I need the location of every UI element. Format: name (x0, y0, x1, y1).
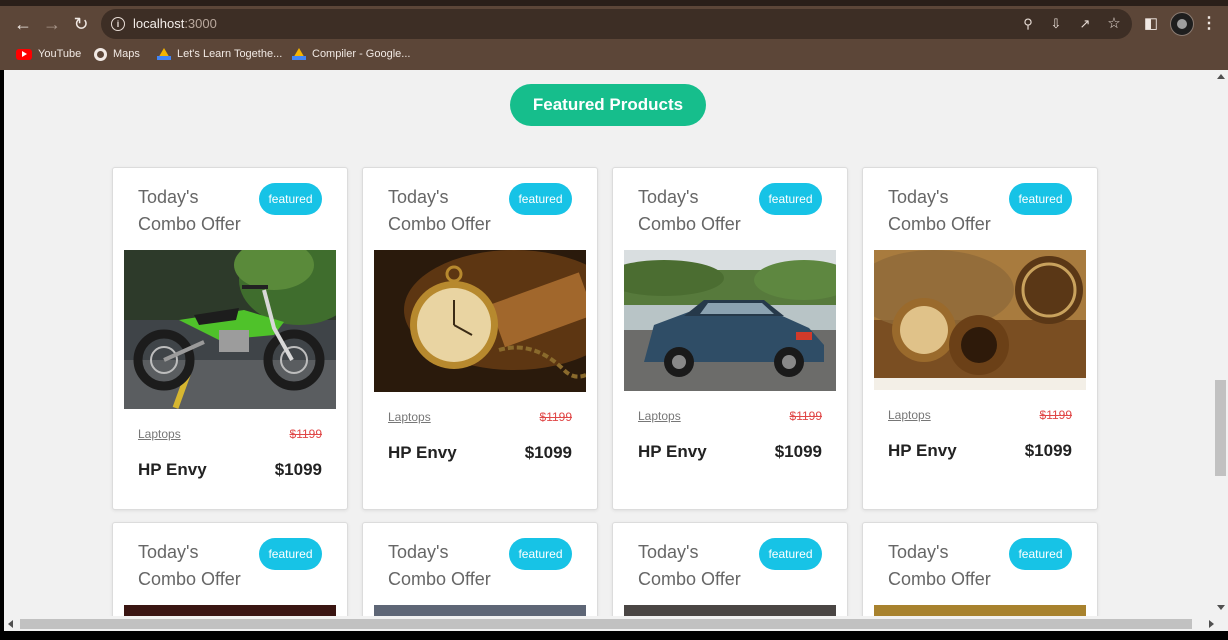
featured-badge: featured (509, 183, 572, 215)
product-price: $1099 (274, 460, 322, 479)
product-card[interactable]: Today's Combo Offer featured Laptops $11… (862, 167, 1098, 510)
featured-products-heading[interactable]: Featured Products (510, 84, 706, 126)
side-panel-icon[interactable]: ◧ (1141, 14, 1161, 34)
card-title: Today's Combo Offer (388, 187, 491, 234)
install-icon[interactable]: ⇩ (1047, 15, 1065, 33)
product-image[interactable] (374, 605, 586, 616)
featured-badge: featured (259, 538, 322, 570)
product-image-pocket-watch[interactable] (374, 250, 586, 392)
star-icon[interactable]: ☆ (1105, 15, 1123, 33)
product-image[interactable] (874, 605, 1086, 616)
vertical-scrollbar[interactable] (1213, 70, 1228, 616)
product-card[interactable]: Today's Combo Offer featured (112, 522, 348, 616)
product-name[interactable]: HP Envy (888, 441, 957, 461)
window-bottom-edge (0, 631, 1228, 640)
menu-icon[interactable]: ⋮ (1199, 14, 1219, 34)
product-price: $1099 (1024, 441, 1072, 460)
card-title: Today's Combo Offer (138, 542, 241, 589)
product-card[interactable]: Today's Combo Offer featured (612, 522, 848, 616)
key-icon[interactable]: ⚲ (1019, 15, 1037, 33)
horizontal-scrollbar[interactable] (4, 616, 1228, 631)
card-title: Today's Combo Offer (888, 542, 991, 589)
bookmark-label: Maps (113, 48, 140, 60)
bookmark-compiler[interactable]: Compiler - Google... (292, 45, 410, 63)
product-price: $1099 (524, 443, 572, 462)
card-title: Today's Combo Offer (388, 542, 491, 589)
old-price: $1199 (539, 410, 572, 424)
bookmark-label: YouTube (38, 48, 82, 60)
product-card[interactable]: Today's Combo Offer featured Laptops $11… (362, 167, 598, 510)
bookmark-label: Compiler - Google... (312, 48, 411, 60)
scrollbar-thumb[interactable] (20, 619, 1192, 629)
product-card[interactable]: Today's Combo Offer featured (862, 522, 1098, 616)
featured-badge: featured (1009, 183, 1072, 215)
category-link[interactable]: Laptops (638, 409, 681, 423)
back-icon[interactable]: ← (13, 14, 33, 34)
url-port: :3000 (184, 16, 217, 31)
product-name[interactable]: HP Envy (388, 443, 457, 463)
card-title: Today's Combo Offer (138, 187, 241, 234)
globe-icon (94, 47, 107, 61)
car-illustration (624, 250, 836, 391)
profile-avatar[interactable] (1170, 12, 1194, 36)
old-price: $1199 (789, 409, 822, 423)
featured-badge: featured (1009, 538, 1072, 570)
bookmarks-bar: YouTube Maps Let's Learn Togethe... Comp… (0, 42, 1228, 66)
product-image-dirt-bike[interactable] (124, 250, 336, 409)
featured-badge: featured (509, 538, 572, 570)
bookmark-youtube[interactable]: YouTube (16, 45, 81, 63)
reload-icon[interactable]: ↻ (71, 14, 91, 34)
featured-badge: featured (759, 183, 822, 215)
scroll-left-icon[interactable] (8, 620, 13, 628)
youtube-icon (16, 48, 32, 60)
url-text[interactable]: localhost:3000 (133, 16, 217, 31)
page-viewport: Featured Products Today's Combo Offer fe… (4, 70, 1213, 616)
featured-badge: featured (259, 183, 322, 215)
dirt-bike-illustration (124, 250, 336, 409)
scrollbar-thumb[interactable] (1215, 380, 1226, 476)
bookmark-label: Let's Learn Togethe... (177, 48, 283, 60)
category-link[interactable]: Laptops (138, 427, 181, 441)
scroll-down-icon[interactable] (1217, 605, 1225, 610)
featured-badge: featured (759, 538, 822, 570)
scroll-up-icon[interactable] (1217, 74, 1225, 79)
product-card[interactable]: Today's Combo Offer featured Laptops $11… (612, 167, 848, 510)
drive-icon (157, 48, 171, 60)
old-price: $1199 (1039, 408, 1072, 422)
address-bar[interactable]: i localhost:3000 ⚲ ⇩ ↗ ☆ (101, 9, 1132, 39)
pocket-watch-illustration (374, 250, 586, 392)
browser-chrome: ← → ↻ i localhost:3000 ⚲ ⇩ ↗ ☆ ◧ ⋮ YouTu… (0, 0, 1228, 70)
product-name[interactable]: HP Envy (638, 442, 707, 462)
card-title: Today's Combo Offer (638, 542, 741, 589)
product-name[interactable]: HP Envy (138, 460, 207, 480)
site-info-icon[interactable]: i (111, 17, 125, 31)
product-image-compass[interactable] (874, 250, 1086, 390)
card-title: Today's Combo Offer (638, 187, 741, 234)
compass-globe-illustration (874, 250, 1086, 390)
browser-toolbar: ← → ↻ i localhost:3000 ⚲ ⇩ ↗ ☆ ◧ ⋮ (0, 6, 1228, 42)
bookmark-lets-learn[interactable]: Let's Learn Togethe... (157, 45, 282, 63)
product-image-car[interactable] (624, 250, 836, 391)
product-card[interactable]: Today's Combo Offer featured (112, 167, 348, 510)
product-image[interactable] (124, 605, 336, 616)
card-title: Today's Combo Offer (888, 187, 991, 234)
old-price: $1199 (289, 427, 322, 441)
category-link[interactable]: Laptops (388, 410, 431, 424)
share-icon[interactable]: ↗ (1076, 15, 1094, 33)
category-link[interactable]: Laptops (888, 408, 931, 422)
product-card[interactable]: Today's Combo Offer featured (362, 522, 598, 616)
bookmark-maps[interactable]: Maps (94, 45, 140, 63)
product-price: $1099 (774, 442, 822, 461)
scroll-right-icon[interactable] (1209, 620, 1214, 628)
forward-icon[interactable]: → (42, 14, 62, 34)
url-host: localhost (133, 16, 185, 31)
product-image[interactable] (624, 605, 836, 616)
drive-icon (292, 48, 306, 60)
